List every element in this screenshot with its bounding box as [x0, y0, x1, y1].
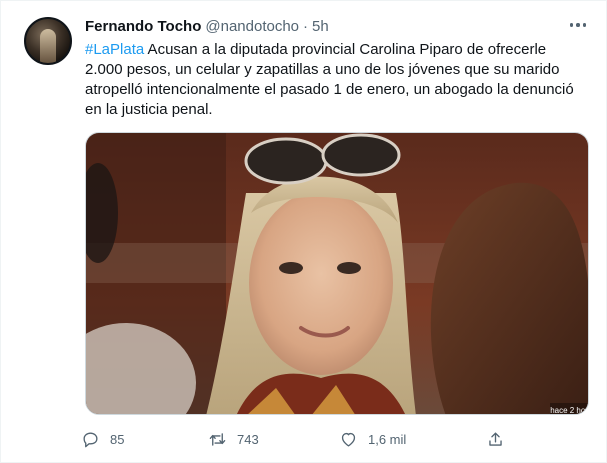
tweet-text: #LaPlata Acusan a la diputada provincial… — [85, 40, 585, 120]
hashtag-link[interactable]: #LaPlata — [85, 41, 144, 58]
tweet-header: Fernando Tocho @nandotocho · 5h — [85, 15, 329, 37]
tweet-photo[interactable]: hace 2 hor — [85, 132, 589, 415]
retweet-button[interactable]: 743 — [208, 425, 259, 453]
tweet-timestamp[interactable]: 5h — [312, 18, 329, 35]
reply-button[interactable]: 85 — [81, 425, 124, 453]
share-icon — [489, 431, 502, 446]
reply-icon — [83, 431, 98, 447]
retweet-icon — [209, 432, 226, 446]
more-icon[interactable] — [568, 17, 588, 33]
reply-count: 85 — [110, 431, 125, 447]
author-handle[interactable]: @nandotocho — [205, 18, 299, 35]
avatar-figure — [40, 29, 56, 63]
tweet-actions: 85 743 1,6 mil — [81, 425, 521, 453]
author-name[interactable]: Fernando Tocho — [85, 18, 201, 35]
image-watermark: hace 2 hor — [550, 406, 588, 415]
like-count: 1,6 mil — [368, 431, 407, 447]
tweet-card[interactable]: Fernando Tocho @nandotocho · 5h #LaPlata… — [0, 0, 607, 463]
tweet-body: Acusan a la diputada provincial Carolina… — [85, 41, 574, 118]
heart-icon — [341, 432, 356, 447]
like-button[interactable]: 1,6 mil — [339, 425, 406, 453]
retweet-count: 743 — [237, 431, 259, 447]
header-separator: · — [303, 17, 309, 35]
share-button[interactable] — [486, 425, 505, 453]
photo-illustration: hace 2 hor — [86, 133, 588, 415]
author-avatar[interactable] — [24, 17, 72, 65]
